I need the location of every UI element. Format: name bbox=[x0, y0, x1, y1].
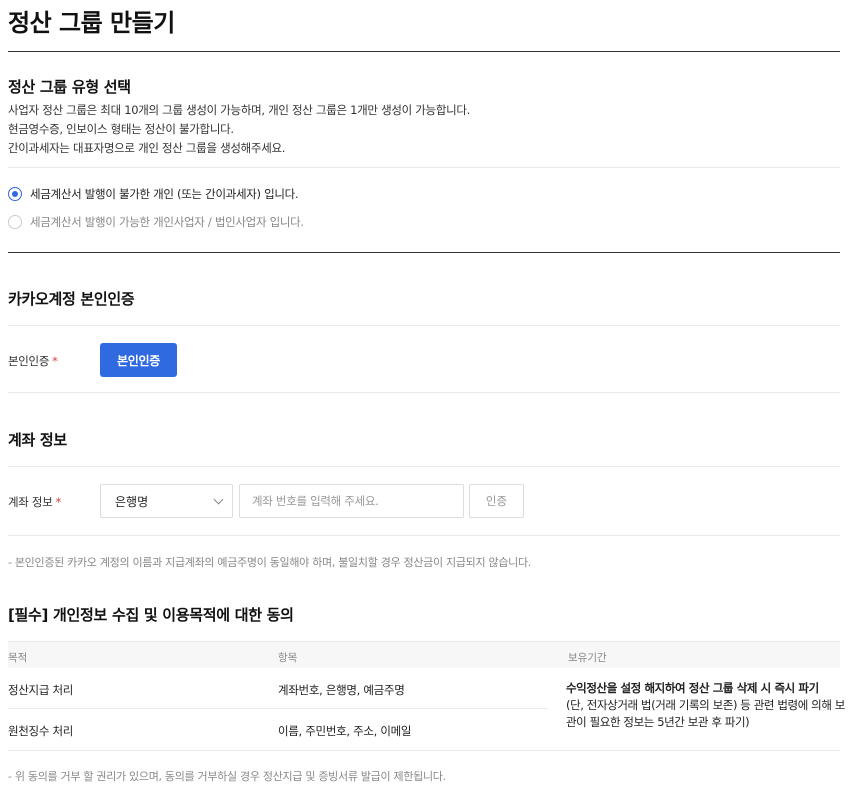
group-type-desc-2: 현금영수증, 인보이스 형태는 정산이 불가합니다. bbox=[8, 122, 234, 136]
account-bottom-divider bbox=[8, 535, 840, 536]
page-title: 정산 그룹 만들기 bbox=[8, 9, 175, 37]
account-note: - 본인인증된 카카오 계정의 이름과 지급계좌의 예금주명이 동일해야 하며,… bbox=[8, 556, 531, 569]
group-type-desc-3: 간이과세자는 대표자명으로 개인 정산 그룹을 생성해주세요. bbox=[8, 141, 286, 155]
identity-auth-label-text: 본인인증 bbox=[8, 354, 50, 368]
header-purpose: 목적 bbox=[8, 652, 28, 664]
privacy-table-header: 목적 항목 보유기간 bbox=[8, 641, 840, 668]
chevron-down-icon bbox=[213, 494, 224, 504]
radio-business[interactable]: 세금계산서 발행이 가능한 개인사업자 / 법인사업자 입니다. bbox=[8, 214, 304, 230]
bank-select[interactable]: 은행명 bbox=[100, 484, 233, 518]
row-2-purpose: 원천징수 처리 bbox=[8, 724, 74, 738]
radio-unselected-icon[interactable] bbox=[8, 215, 22, 229]
radio-individual[interactable]: 세금계산서 발행이 불가한 개인 (또는 간이과세자) 입니다. bbox=[8, 186, 299, 202]
kakao-auth-bottom-divider bbox=[8, 392, 840, 393]
retention-bold: 수익정산을 설정 해지하여 정산 그룹 삭제 시 즉시 파기 bbox=[566, 681, 819, 695]
row-1-purpose: 정산지급 처리 bbox=[8, 683, 74, 697]
bank-select-value: 은행명 bbox=[115, 494, 149, 509]
group-type-divider bbox=[8, 167, 840, 168]
kakao-auth-divider bbox=[8, 325, 840, 326]
privacy-note: - 위 동의를 거부 할 권리가 있으며, 동의를 거부하실 경우 정산지급 및… bbox=[8, 770, 446, 783]
section-divider bbox=[8, 252, 840, 253]
account-divider bbox=[8, 466, 840, 467]
retention-cell: 수익정산을 설정 해지하여 정산 그룹 삭제 시 즉시 파기 (단, 전자상거래… bbox=[566, 680, 846, 731]
kakao-auth-title: 카카오계정 본인인증 bbox=[8, 290, 135, 308]
privacy-title: [필수] 개인정보 수집 및 이용목적에 대한 동의 bbox=[8, 606, 294, 624]
radio-business-label: 세금계산서 발행이 가능한 개인사업자 / 법인사업자 입니다. bbox=[30, 215, 304, 229]
title-divider bbox=[8, 51, 840, 52]
group-type-title: 정산 그룹 유형 선택 bbox=[8, 78, 131, 96]
identity-auth-label: 본인인증 * bbox=[8, 353, 58, 369]
radio-selected-icon[interactable] bbox=[8, 187, 22, 201]
account-title: 계좌 정보 bbox=[8, 431, 67, 449]
identity-auth-button[interactable]: 본인인증 bbox=[100, 343, 177, 377]
row-1-items: 계좌번호, 은행명, 예금주명 bbox=[278, 683, 405, 697]
account-label-text: 계좌 정보 bbox=[8, 495, 53, 509]
account-label: 계좌 정보 * bbox=[8, 494, 61, 510]
row-divider bbox=[8, 708, 548, 709]
header-items: 항목 bbox=[278, 652, 298, 664]
group-type-desc-1: 사업자 정산 그룹은 최대 10개의 그룹 생성이 가능하며, 개인 정산 그룹… bbox=[8, 103, 471, 117]
header-retention: 보유기간 bbox=[568, 652, 607, 664]
privacy-bottom-divider bbox=[8, 750, 840, 751]
retention-detail: (단, 전자상거래 법(거래 기록의 보존) 등 관련 법령에 의해 보관이 필… bbox=[566, 698, 845, 729]
account-verify-button[interactable]: 인증 bbox=[469, 484, 524, 518]
radio-individual-label: 세금계산서 발행이 불가한 개인 (또는 간이과세자) 입니다. bbox=[30, 187, 299, 201]
row-2-items: 이름, 주민번호, 주소, 이메일 bbox=[278, 724, 412, 738]
required-mark: * bbox=[52, 354, 58, 368]
required-mark: * bbox=[55, 495, 61, 509]
account-number-input[interactable] bbox=[239, 484, 464, 518]
